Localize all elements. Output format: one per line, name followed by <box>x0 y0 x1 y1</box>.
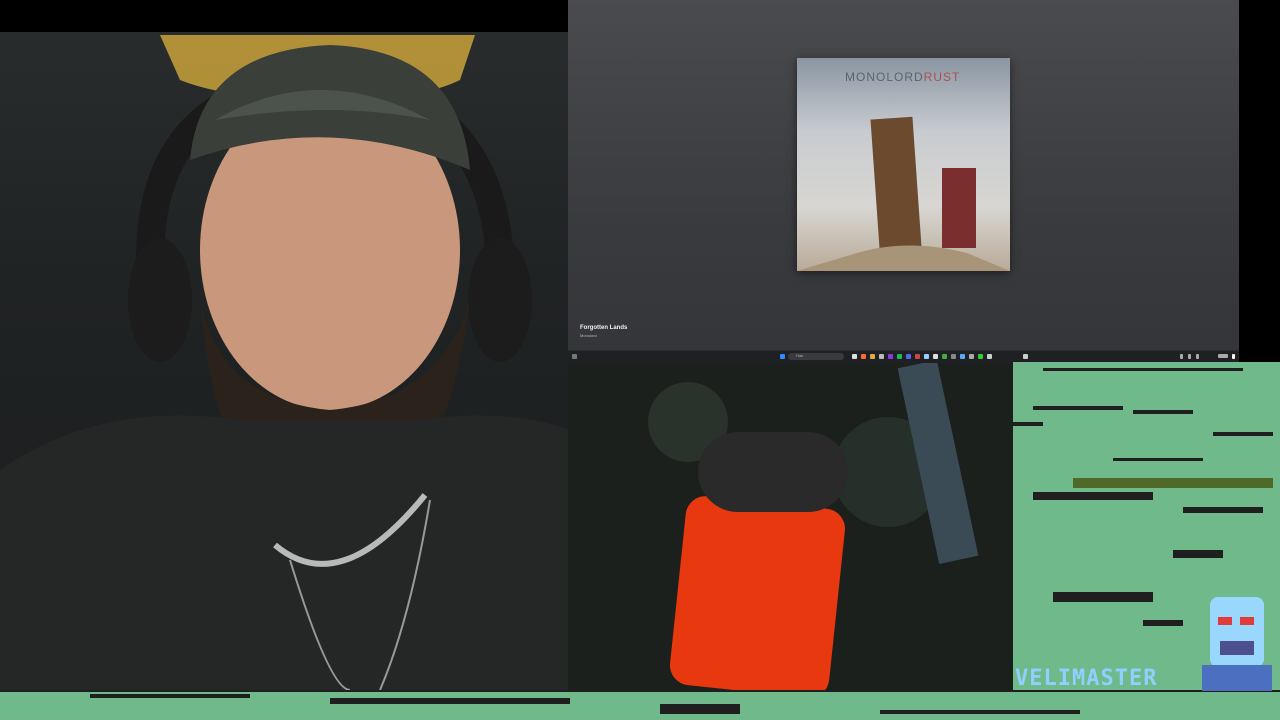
app-icon[interactable] <box>942 354 947 359</box>
app-icon[interactable] <box>951 354 956 359</box>
right-border <box>1239 0 1280 362</box>
webcam-image <box>0 35 568 690</box>
start-icon[interactable] <box>780 354 785 359</box>
network-icon[interactable] <box>1188 354 1191 359</box>
microphone-feed <box>568 362 1013 690</box>
weather-icon[interactable] <box>572 354 577 359</box>
app-icon[interactable] <box>879 354 884 359</box>
app-icon[interactable] <box>915 354 920 359</box>
now-playing-artist: Monolord <box>580 333 597 338</box>
app-icon[interactable] <box>933 354 938 359</box>
screen-share-window: MONOLORDRUST Forgotten Lands Monolord <box>568 0 1239 362</box>
notification-icon[interactable] <box>1232 354 1235 359</box>
spotify-icon[interactable] <box>897 354 902 359</box>
mascot-icon <box>1202 595 1272 691</box>
clock-icon[interactable] <box>1218 354 1228 358</box>
task-view-icon[interactable] <box>852 354 857 359</box>
app-icon[interactable] <box>978 354 983 359</box>
volume-icon[interactable] <box>1196 354 1199 359</box>
folder-icon[interactable] <box>870 354 875 359</box>
search-box[interactable]: Hae <box>788 353 844 360</box>
retro-game-bottom-strip <box>0 690 1280 720</box>
album-cover-image <box>797 116 1010 271</box>
search-placeholder: Hae <box>796 353 804 358</box>
discord-icon[interactable] <box>906 354 911 359</box>
app-icon[interactable] <box>960 354 965 359</box>
brand-logo: VELIMASTER <box>1015 666 1158 691</box>
app-icon[interactable] <box>924 354 929 359</box>
webcam-feed <box>0 0 568 690</box>
browser-icon[interactable] <box>861 354 866 359</box>
app-icon[interactable] <box>969 354 974 359</box>
now-playing-title: Forgotten Lands <box>580 325 628 331</box>
top-border <box>0 0 568 32</box>
microphone-image <box>568 362 1013 690</box>
app-icon[interactable] <box>888 354 893 359</box>
app-icon[interactable] <box>987 354 992 359</box>
tray-chevron-icon[interactable] <box>1180 354 1183 359</box>
album-cover: MONOLORDRUST <box>797 58 1010 271</box>
app-icon[interactable] <box>1023 354 1028 359</box>
